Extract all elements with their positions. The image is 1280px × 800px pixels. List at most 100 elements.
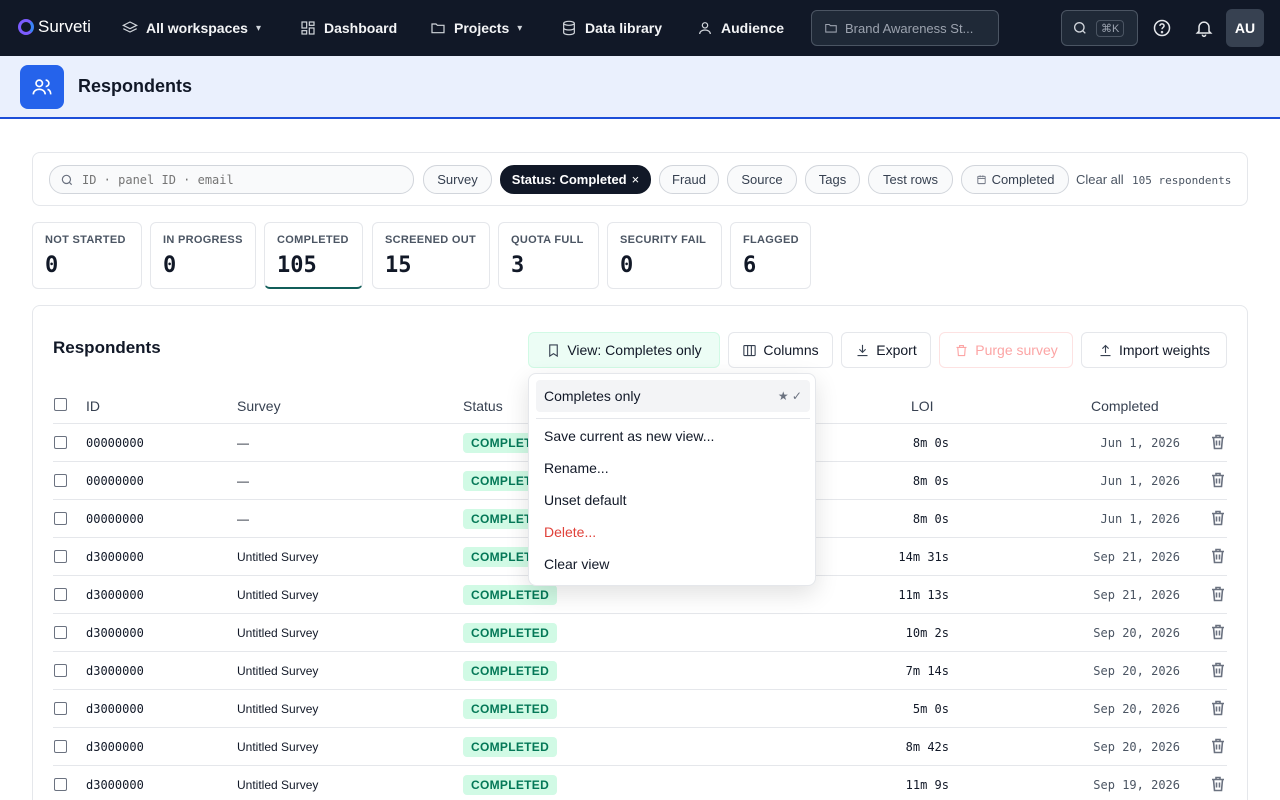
row-checkbox[interactable]: [54, 778, 67, 791]
cell-id: d3000000: [86, 626, 144, 640]
column-header-status[interactable]: Status: [463, 398, 503, 414]
table-row[interactable]: d3000000 Untitled Survey COMPLETED 10m 2s Se…: [53, 614, 1227, 652]
select-all-checkbox[interactable]: [54, 398, 67, 411]
download-icon: [857, 344, 868, 356]
stat-quota-full[interactable]: QUOTA FULL 3: [498, 222, 599, 289]
status-badge: COMPLETED: [463, 585, 558, 605]
trash-icon: [1212, 434, 1224, 450]
table-row[interactable]: d3000000 Untitled Survey COMPLETED 8m 42s Se…: [53, 728, 1227, 766]
cell-loi: 11m 13s: [898, 588, 949, 602]
cell-survey: Untitled Survey: [237, 778, 319, 792]
row-checkbox[interactable]: [54, 702, 67, 715]
workspace-switcher[interactable]: All workspaces ▾: [122, 0, 261, 56]
columns-button[interactable]: Columns: [728, 332, 833, 368]
project-breadcrumb[interactable]: Brand Awareness St...: [811, 10, 999, 46]
table-row[interactable]: d3000000 Untitled Survey COMPLETED 7m 14s Se…: [53, 652, 1227, 690]
filter-chip-test-rows[interactable]: Test rows: [868, 165, 953, 194]
delete-row-button[interactable]: [1211, 548, 1225, 564]
cell-survey: —: [237, 436, 249, 450]
trash-icon: [956, 344, 967, 356]
delete-row-button[interactable]: [1211, 434, 1225, 450]
delete-row-button[interactable]: [1211, 700, 1225, 716]
notifications-button[interactable]: [1194, 18, 1214, 38]
filter-chip-date[interactable]: Completed: [961, 165, 1069, 194]
row-checkbox[interactable]: [54, 474, 67, 487]
status-badge: COMPLETED: [463, 699, 558, 719]
row-checkbox[interactable]: [54, 436, 67, 449]
menu-item-rename[interactable]: Rename...: [544, 460, 609, 476]
search-input[interactable]: [82, 172, 402, 187]
page-title: Respondents: [78, 76, 193, 96]
stat-in-progress[interactable]: IN PROGRESS 0: [150, 222, 256, 289]
stat-screened-out[interactable]: SCREENED OUT 15: [372, 222, 490, 289]
cell-id: 00000000: [86, 436, 144, 450]
stat-flagged[interactable]: FLAGGED 6: [730, 222, 811, 289]
filter-chip-status[interactable]: Status: Completed ×: [500, 165, 651, 194]
logo-icon: [18, 19, 34, 35]
delete-row-button[interactable]: [1211, 510, 1225, 526]
avatar[interactable]: AU: [1226, 9, 1264, 47]
cell-id: d3000000: [86, 740, 144, 754]
view-selector-button[interactable]: View: Completes only: [528, 332, 720, 368]
cell-completed: Jun 1, 2026: [1100, 436, 1180, 450]
purge-survey-button[interactable]: Purge survey: [939, 332, 1073, 368]
filter-chip-source[interactable]: Source: [727, 165, 797, 194]
export-label: Export: [876, 342, 917, 358]
column-header-id[interactable]: ID: [86, 398, 100, 414]
cell-completed: Sep 19, 2026: [1093, 778, 1180, 792]
brand-logo[interactable]: Surveti: [18, 17, 91, 37]
import-weights-button[interactable]: Import weights: [1081, 332, 1227, 368]
help-button[interactable]: [1152, 18, 1172, 38]
row-checkbox[interactable]: [54, 588, 67, 601]
delete-row-button[interactable]: [1211, 776, 1225, 792]
column-header-loi[interactable]: LOI: [911, 398, 934, 414]
status-badge: COMPLETED: [463, 623, 558, 643]
import-label: Import weights: [1118, 342, 1211, 358]
cell-completed: Jun 1, 2026: [1100, 512, 1180, 526]
delete-row-button[interactable]: [1211, 472, 1225, 488]
menu-item-save-view[interactable]: Save current as new view...: [544, 428, 714, 444]
trash-icon: [1212, 472, 1224, 488]
row-checkbox[interactable]: [54, 626, 67, 639]
bookmark-icon: [549, 343, 559, 357]
cell-id: 00000000: [86, 474, 144, 488]
filter-chip-fraud[interactable]: Fraud: [659, 165, 719, 194]
menu-item-unset-default[interactable]: Unset default: [544, 492, 627, 508]
close-icon[interactable]: ×: [632, 172, 640, 187]
menu-item-clear-view[interactable]: Clear view: [544, 556, 609, 572]
nav-item-dashboard[interactable]: Dashboard: [300, 0, 397, 56]
row-checkbox[interactable]: [54, 740, 67, 753]
nav-item-audience[interactable]: Audience: [697, 0, 784, 56]
cell-id: d3000000: [86, 588, 144, 602]
stat-label: IN PROGRESS: [163, 234, 243, 246]
row-checkbox[interactable]: [54, 550, 67, 563]
row-checkbox[interactable]: [54, 512, 67, 525]
column-header-survey[interactable]: Survey: [237, 398, 281, 414]
table-row[interactable]: d3000000 Untitled Survey COMPLETED 5m 0s Sep…: [53, 690, 1227, 728]
clear-all-link[interactable]: Clear all: [1076, 172, 1124, 187]
table-row[interactable]: d3000000 Untitled Survey COMPLETED 11m 9s Se…: [53, 766, 1227, 800]
delete-row-button[interactable]: [1211, 662, 1225, 678]
stat-not-started[interactable]: NOT STARTED 0: [32, 222, 142, 289]
global-search-button[interactable]: ⌘K: [1061, 10, 1138, 46]
bell-icon: [1195, 21, 1213, 38]
delete-row-button[interactable]: [1211, 624, 1225, 640]
default-check-icon: ★ ✓: [777, 389, 802, 403]
export-button[interactable]: Export: [841, 332, 931, 368]
menu-item-delete[interactable]: Delete...: [544, 524, 596, 540]
filter-chip-survey[interactable]: Survey: [423, 165, 492, 194]
column-header-completed[interactable]: Completed: [1091, 398, 1159, 414]
delete-row-button[interactable]: [1211, 738, 1225, 754]
row-checkbox[interactable]: [54, 664, 67, 677]
stat-label: SCREENED OUT: [385, 234, 476, 246]
delete-row-button[interactable]: [1211, 586, 1225, 602]
view-label: View: Completes only: [567, 342, 702, 358]
stat-security-fail[interactable]: SECURITY FAIL 0: [607, 222, 722, 289]
nav-item-projects[interactable]: Projects ▾: [430, 0, 522, 56]
filter-chip-tags[interactable]: Tags: [805, 165, 860, 194]
stat-completed[interactable]: COMPLETED 105: [264, 222, 363, 289]
nav-item-label: Dashboard: [324, 20, 398, 36]
nav-item-data-library[interactable]: Data library: [561, 0, 662, 56]
folder-icon: [431, 23, 445, 34]
view-menu-item-active[interactable]: Completes only ★ ✓: [536, 380, 810, 412]
